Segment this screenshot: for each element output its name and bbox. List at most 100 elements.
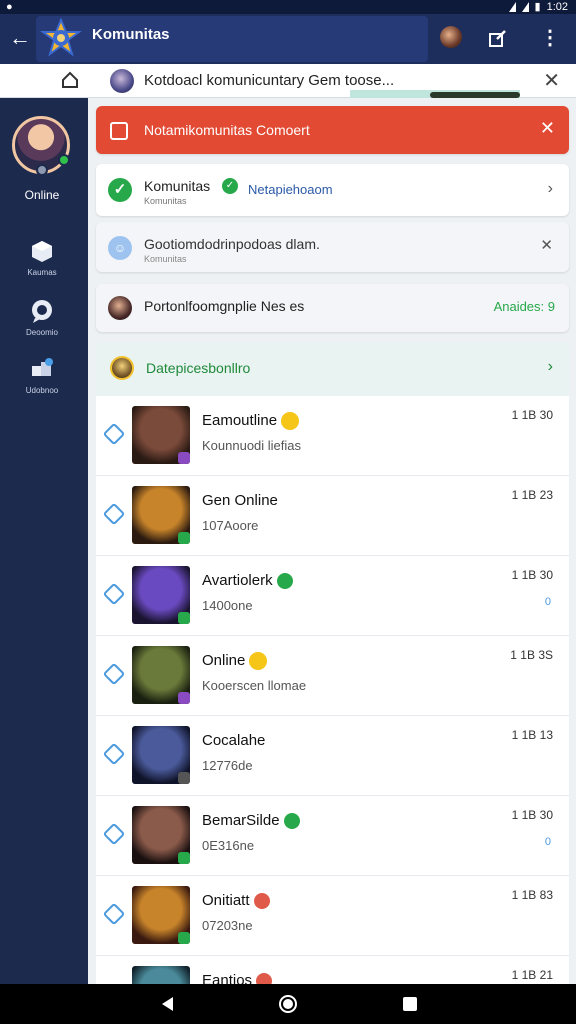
- sidebar-item-udobnoo[interactable]: Udobnoo: [0, 356, 84, 395]
- timestamp: 1 1B 23: [511, 488, 553, 502]
- status-badge-icon: [178, 532, 190, 544]
- row-link[interactable]: Netapiehoaom: [248, 182, 333, 197]
- unread-count: 0: [544, 596, 551, 608]
- row-title: Gootiomdodrinpodoas dlam.: [144, 236, 320, 252]
- home-nav-icon[interactable]: [278, 994, 298, 1014]
- member-name: Gen Online: [202, 492, 278, 509]
- chat-bubble-icon: [32, 300, 52, 323]
- chevron-right-icon[interactable]: ›: [548, 180, 553, 198]
- status-badge-icon: [178, 932, 190, 944]
- member-status: 12776de: [202, 758, 253, 773]
- back-nav-icon[interactable]: [158, 994, 178, 1014]
- list-item[interactable]: Online Kooerscen llomae 1 1B 3S: [96, 636, 569, 716]
- back-arrow-icon[interactable]: ←: [8, 24, 32, 52]
- member-name-text: Gen Online: [202, 492, 278, 509]
- online-status-icon: [58, 154, 70, 166]
- member-name-text: Onitiatt: [202, 892, 250, 909]
- verified-icon: ✓: [222, 178, 238, 194]
- user-avatar[interactable]: [440, 26, 462, 48]
- member-name: Online: [202, 652, 268, 671]
- status-bar: ● ▮ 1:02: [0, 0, 576, 14]
- pin-icon[interactable]: [102, 822, 126, 846]
- unread-count: 0: [544, 836, 551, 848]
- chevron-right-icon[interactable]: ›: [548, 358, 553, 376]
- row-avatar: [108, 296, 132, 320]
- member-name: Eamoutline: [202, 412, 300, 431]
- member-name: BemarSilde: [202, 812, 300, 830]
- check-icon: ✓: [108, 178, 132, 202]
- member-status: Kooerscen llomae: [202, 678, 307, 693]
- smiley-icon: [281, 412, 300, 431]
- alert-badge-icon: [256, 973, 273, 984]
- sidebar-item-kaumas[interactable]: Kaumas: [0, 238, 84, 277]
- section-avatar: [110, 356, 134, 380]
- pin-icon[interactable]: [102, 582, 126, 606]
- battery-icon: ▮: [534, 1, 541, 13]
- pin-icon[interactable]: [102, 662, 126, 686]
- member-name-text: Eantios: [202, 972, 253, 984]
- alert-banner[interactable]: Notamikomunitas Comoert ✕: [96, 106, 569, 154]
- list-item[interactable]: Onitiatt 07203ne 1 1B 83: [96, 876, 569, 956]
- member-name-text: Eamoutline: [202, 412, 278, 429]
- clock: 1:02: [546, 0, 568, 13]
- row-subtitle: Komunitas: [144, 196, 187, 206]
- member-name-text: Online: [202, 652, 246, 669]
- recent-apps-icon[interactable]: [400, 994, 420, 1014]
- member-status: 07203ne: [202, 918, 253, 933]
- alert-badge-icon: [253, 893, 270, 910]
- community-title-banner[interactable]: Komunitas: [36, 16, 428, 62]
- close-icon[interactable]: ✕: [543, 68, 560, 93]
- verified-icon: [276, 573, 293, 590]
- group-icon: [32, 358, 53, 376]
- page-title: Komunitas: [92, 26, 170, 43]
- box-icon: [32, 241, 52, 262]
- status-badge-icon: [178, 692, 190, 704]
- community-row[interactable]: ✓ Komunitas Komunitas ✓ Netapiehoaom ›: [96, 164, 569, 216]
- smiley-icon: [249, 652, 268, 671]
- status-badge-icon: [178, 612, 190, 624]
- profile-row[interactable]: Portonlfoomgnplie Nes es Anaides: 9: [96, 284, 569, 332]
- search-bar[interactable]: Kotdoacl komunicuntary Gem toose... ✕: [0, 64, 576, 98]
- sidebar: Online Kaumas Deoomio Udobnoo: [0, 98, 88, 984]
- community-logo-icon: [40, 18, 82, 57]
- alert-text: Notamikomunitas Comoert: [144, 122, 310, 138]
- info-row[interactable]: ☺ Gootiomdodrinpodoas dlam. Komunitas ✕: [96, 222, 569, 272]
- pin-icon[interactable]: [102, 742, 126, 766]
- list-item[interactable]: Cocalahe 12776de 1 1B 13: [96, 716, 569, 796]
- member-name-text: Cocalahe: [202, 732, 266, 749]
- member-status: Kounnuodi liefias: [202, 438, 302, 453]
- timestamp: 1 1B 30: [511, 568, 553, 582]
- member-name: Cocalahe: [202, 732, 265, 749]
- more-options-icon[interactable]: ⋮: [538, 26, 562, 50]
- list-item[interactable]: Eantios 1 1B 21: [96, 956, 569, 984]
- list-item[interactable]: Avartiolerk 1400one 1 1B 30 0: [96, 556, 569, 636]
- close-icon[interactable]: ✕: [540, 118, 555, 139]
- edit-icon[interactable]: [488, 28, 508, 48]
- sidebar-item-deoomio[interactable]: Deoomio: [0, 298, 84, 337]
- list-item[interactable]: BemarSilde 0E316ne 1 1B 30 0: [96, 796, 569, 876]
- pin-icon[interactable]: [102, 902, 126, 926]
- close-icon[interactable]: ✕: [540, 236, 553, 254]
- timestamp: 1 1B 21: [511, 968, 553, 982]
- add-button[interactable]: Anaides: 9: [494, 299, 555, 314]
- timestamp: 1 1B 83: [511, 888, 553, 902]
- list-item[interactable]: Gen Online 107Aoore 1 1B 23: [96, 476, 569, 556]
- search-input[interactable]: Kotdoacl komunicuntary Gem toose...: [144, 72, 394, 89]
- signal-icon: [521, 1, 529, 12]
- section-title: Datepicesbonllro: [146, 360, 251, 376]
- pin-icon[interactable]: [102, 502, 126, 526]
- pin-icon[interactable]: [102, 422, 126, 446]
- online-label: Online: [24, 188, 60, 202]
- member-status: 0E316ne: [202, 838, 255, 853]
- member-name: Eantios: [202, 972, 273, 984]
- sidebar-item-label: Deoomio: [25, 328, 58, 337]
- row-title: Portonlfoomgnplie Nes es: [144, 298, 305, 314]
- member-status: 107Aoore: [202, 518, 259, 533]
- section-header[interactable]: Datepicesbonllro ›: [96, 342, 569, 396]
- member-status: 1400one: [202, 598, 253, 613]
- sidebar-item-label: Kaumas: [27, 268, 57, 277]
- list-item[interactable]: Eamoutline Kounnuodi liefias 1 1B 30: [96, 396, 569, 476]
- search-avatar-icon: [110, 69, 134, 93]
- home-icon[interactable]: [60, 70, 80, 90]
- member-thumbnail[interactable]: [132, 966, 190, 984]
